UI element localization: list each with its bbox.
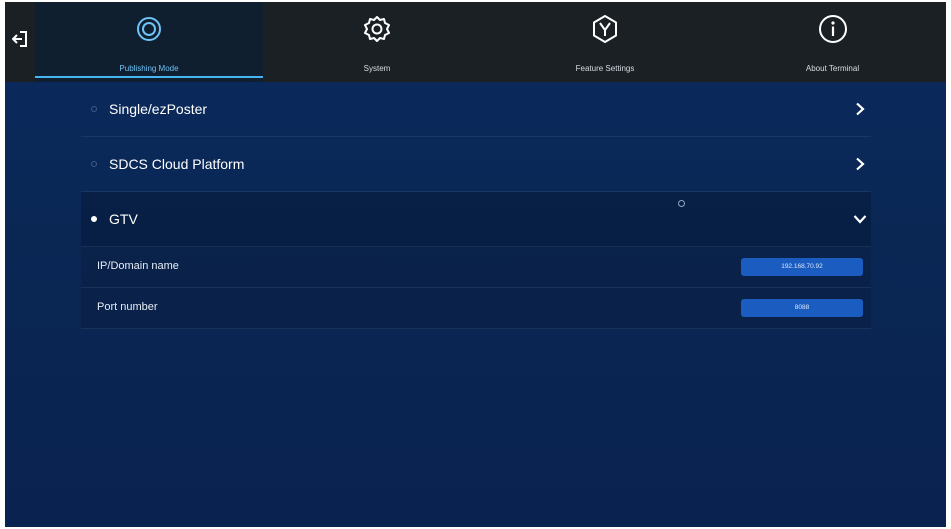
mode-item-sdcs-cloud-platform[interactable]: SDCS Cloud Platform	[81, 137, 871, 192]
port-number-row: Port number 8088	[81, 288, 871, 329]
settings-screen: Publishing Mode System Feature Settings …	[5, 2, 946, 527]
tab-label: System	[363, 64, 391, 73]
tab-publishing-mode[interactable]: Publishing Mode	[35, 2, 263, 82]
mode-item-single-ezposter[interactable]: Single/ezPoster	[81, 82, 871, 137]
radio-indicator	[91, 106, 97, 112]
publishing-mode-panel: Single/ezPoster SDCS Cloud Platform GTV …	[81, 82, 871, 329]
exit-button[interactable]	[5, 2, 35, 82]
mode-label: SDCS Cloud Platform	[109, 156, 245, 172]
radio-indicator-selected	[91, 216, 97, 222]
port-number-label: Port number	[97, 301, 158, 313]
gear-icon	[364, 16, 390, 42]
pointer-cursor	[678, 200, 685, 207]
ip-domain-field[interactable]: 192.168.70.92	[741, 258, 863, 276]
tab-label: About Terminal	[805, 64, 860, 73]
tab-feature-settings[interactable]: Feature Settings	[491, 2, 719, 82]
chevron-down-icon	[853, 215, 867, 224]
mode-label: Single/ezPoster	[109, 101, 208, 117]
exit-icon	[12, 31, 27, 47]
tab-about-terminal[interactable]: About Terminal	[719, 2, 946, 82]
top-navigation: Publishing Mode System Feature Settings …	[5, 2, 946, 82]
chevron-right-icon	[856, 102, 865, 116]
info-icon	[818, 15, 847, 43]
tab-label: Publishing Mode	[119, 64, 179, 73]
ip-domain-label: IP/Domain name	[97, 260, 179, 272]
tab-label: Feature Settings	[575, 64, 635, 73]
mode-item-gtv[interactable]: GTV	[81, 192, 871, 247]
ip-domain-row: IP/Domain name 192.168.70.92	[81, 247, 871, 288]
radio-indicator	[91, 161, 97, 167]
feature-settings-icon	[593, 15, 617, 43]
mode-label: GTV	[109, 211, 138, 227]
publishing-mode-icon	[137, 17, 161, 41]
tab-system[interactable]: System	[263, 2, 491, 82]
port-number-field[interactable]: 8088	[741, 299, 863, 317]
chevron-right-icon	[856, 157, 865, 171]
